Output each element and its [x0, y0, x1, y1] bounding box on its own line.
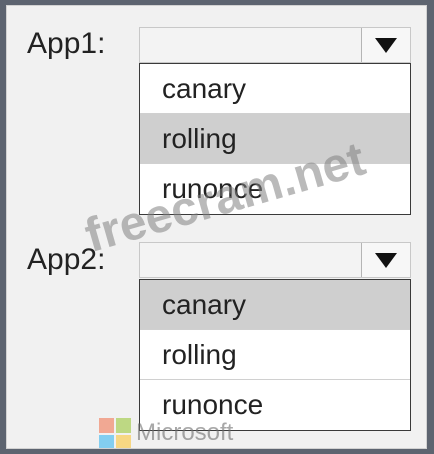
app2-option-rolling[interactable]: rolling [140, 330, 410, 380]
app1-option-list: canary rolling runonce [139, 63, 411, 215]
app1-dropdown[interactable] [139, 27, 411, 63]
app1-dropdown-arrow[interactable] [361, 28, 410, 62]
app1-label: App1: [27, 27, 106, 60]
microsoft-logo-icon [99, 418, 131, 448]
app2-dropdown[interactable] [139, 242, 411, 278]
chevron-down-icon [375, 38, 397, 53]
app1-option-runonce[interactable]: runonce [140, 164, 410, 214]
app2-option-canary[interactable]: canary [140, 280, 410, 330]
app2-label: App2: [27, 243, 106, 276]
chevron-down-icon [375, 253, 397, 268]
app2-option-list: canary rolling runonce [139, 279, 411, 431]
app1-option-rolling[interactable]: rolling [140, 114, 410, 164]
question-panel: App1: canary rolling runonce App2: canar… [6, 5, 427, 449]
app2-dropdown-arrow[interactable] [361, 243, 410, 277]
app1-option-canary[interactable]: canary [140, 64, 410, 114]
microsoft-brand-text: Microsoft [136, 419, 234, 446]
